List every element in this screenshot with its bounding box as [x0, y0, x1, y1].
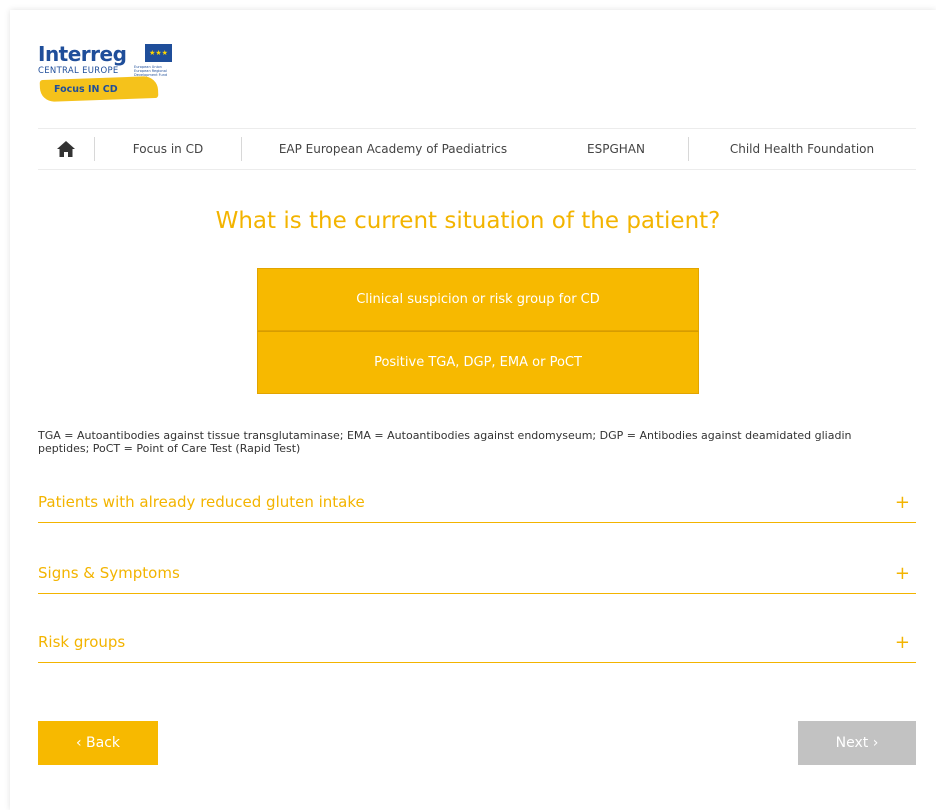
logo-eu-text: European Union European Regional Develop…	[134, 65, 168, 77]
nav-item-focus-in-cd[interactable]: Focus in CD	[95, 129, 241, 169]
nav-item-espghan[interactable]: ESPGHAN	[544, 129, 688, 169]
situation-options: Clinical suspicion or risk group for CD …	[257, 268, 699, 394]
option-clinical-suspicion[interactable]: Clinical suspicion or risk group for CD	[257, 268, 699, 331]
accordion-reduced-gluten[interactable]: Patients with already reduced gluten int…	[38, 482, 916, 523]
expand-plus-icon: +	[894, 631, 910, 653]
back-button[interactable]: ‹ Back	[38, 721, 158, 765]
logo-project: Focus IN CD	[54, 84, 118, 95]
accordion-label: Signs & Symptoms	[38, 564, 180, 582]
logo-brand: Interreg	[38, 42, 127, 66]
interreg-logo[interactable]: Interreg ★★★ CENTRAL EUROPE European Uni…	[38, 42, 178, 103]
abbreviation-footnote: TGA = Autoantibodies against tissue tran…	[38, 429, 852, 455]
option-positive-tests[interactable]: Positive TGA, DGP, EMA or PoCT	[257, 331, 699, 394]
eu-flag-icon: ★★★	[145, 44, 172, 62]
nav-item-eap[interactable]: EAP European Academy of Paediatrics	[242, 129, 544, 169]
expand-plus-icon: +	[894, 562, 910, 584]
home-button[interactable]	[38, 129, 94, 169]
accordion-label: Patients with already reduced gluten int…	[38, 493, 365, 511]
home-icon	[57, 141, 75, 157]
nav-item-child-health-foundation[interactable]: Child Health Foundation	[689, 129, 915, 169]
accordion-label: Risk groups	[38, 633, 126, 651]
next-button[interactable]: Next ›	[798, 721, 916, 765]
accordion-risk-groups[interactable]: Risk groups +	[38, 622, 916, 663]
accordion-signs-symptoms[interactable]: Signs & Symptoms +	[38, 553, 916, 594]
page-title: What is the current situation of the pat…	[215, 208, 721, 234]
logo-region: CENTRAL EUROPE	[38, 66, 119, 76]
main-nav: Focus in CD EAP European Academy of Paed…	[38, 128, 916, 170]
expand-plus-icon: +	[894, 491, 910, 513]
